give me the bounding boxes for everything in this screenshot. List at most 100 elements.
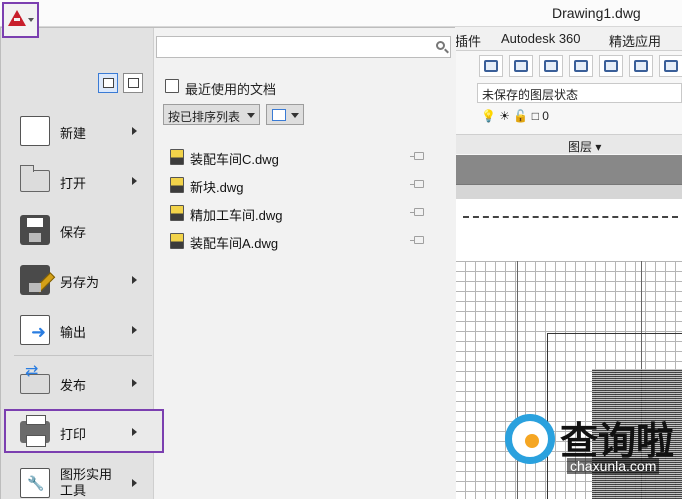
recent-docs-icon [103,78,114,88]
tab-autodesk-360[interactable]: Autodesk 360 [501,31,581,46]
chevron-right-icon [132,479,137,487]
menu-item-label: 打印 [60,427,87,442]
chevron-right-icon [132,177,137,185]
print-icon [20,415,50,447]
layer-icon [604,60,618,72]
recent-file[interactable]: 装配车间A.dwg [170,230,440,252]
recent-file[interactable]: 精加工车间.dwg [170,202,440,224]
layer-tool-button[interactable] [629,55,653,77]
document-title: Drawing1.dwg [552,5,641,21]
save-disk-icon [20,215,50,245]
chevron-right-icon [132,428,137,436]
menu-item-label: 发布 [60,378,87,393]
layer-icon [664,60,678,72]
menu-item-label: 保存 [60,225,87,240]
application-menu-button[interactable] [2,2,39,38]
layer-tool-button[interactable] [659,55,682,77]
layer-tool-button[interactable] [569,55,593,77]
tab-plugins[interactable]: 插件 [455,31,481,50]
layer-icon [634,60,648,72]
layer-icon [484,60,498,72]
title-bar: Drawing1.dwg [0,0,682,27]
recent-documents-icon [165,79,179,93]
menu-item-new[interactable]: 新建 [10,110,152,154]
menu-item-save-as[interactable]: 另存为 [10,259,152,303]
open-folder-icon [20,165,50,192]
dashed-line [463,216,678,218]
menu-item-label: 另存为 [60,275,100,290]
chevron-right-icon [132,326,137,334]
drawing-utilities-icon [20,468,50,498]
save-as-icon [20,265,50,295]
menu-item-drawing-utilities[interactable]: 图形实用工具 [10,462,152,499]
open-docs-icon [128,78,139,88]
sun-icon: ☀ [499,109,511,123]
recent-documents-title: 最近使用的文档 [185,82,277,97]
layer-panel-label[interactable]: 图层 ▾ [455,134,682,154]
ribbon-tabs: 插件 Autodesk 360 精选应用 [455,27,682,51]
tab-featured-apps[interactable]: 精选应用 [609,31,661,50]
menu-item-label: 新建 [60,126,87,141]
chevron-right-icon [132,127,137,135]
drawing-header [455,185,682,199]
export-icon [20,315,50,345]
layer-icon [514,60,528,72]
chevron-down-icon [291,113,299,118]
chevron-right-icon [132,276,137,284]
watermark: 查询啦 chaxunla.com [505,410,682,499]
chevron-right-icon [132,379,137,387]
search-icon[interactable] [436,41,445,50]
watermark-text: 查询啦 [560,419,675,463]
menu-item-open[interactable]: 打开 [10,160,152,204]
menu-item-label: 输出 [60,325,87,340]
chevron-down-icon [247,113,255,118]
current-layer-row[interactable]: 💡 ☀ 🔓 □ 0 [481,109,549,127]
pin-icon[interactable] [410,208,424,216]
recent-documents-view-button[interactable] [98,73,118,93]
panel-title: 图层 ▾ [568,140,602,154]
file-tab-bar [455,155,682,185]
pin-icon[interactable] [410,236,424,244]
dwg-file-icon [170,233,184,249]
menu-search-input[interactable] [156,36,451,58]
lock-icon: 🔓 [513,109,529,123]
layer-state-dropdown[interactable]: 未保存的图层状态 [477,83,682,103]
layer-tool-button[interactable] [479,55,503,77]
autocad-logo-icon [8,10,26,26]
layer-icon [574,60,588,72]
dwg-file-icon [170,177,184,193]
menu-item-label: 图形实用工具 [60,467,113,498]
recent-file-name: 精加工车间.dwg [190,208,283,223]
menu-separator [14,355,152,356]
dwg-file-icon [170,149,184,165]
display-mode-dropdown[interactable] [266,104,304,125]
view-mode-icon [272,109,286,121]
menu-item-export[interactable]: 输出 [10,309,152,353]
current-layer-name: 0 [542,109,549,123]
watermark-url: chaxunla.com [567,458,660,474]
menu-item-publish[interactable]: 发布 [10,361,152,406]
lightbulb-icon: 💡 [481,109,496,123]
layer-tool-button[interactable] [599,55,623,77]
recent-file[interactable]: 新块.dwg [170,174,440,196]
layer-color-icon: □ [531,109,539,123]
recent-file-name: 装配车间C.dwg [190,152,279,167]
layer-tool-button[interactable] [539,55,563,77]
recent-file[interactable]: 装配车间C.dwg [170,146,440,168]
menu-item-save[interactable]: 保存 [10,209,152,253]
layer-icon [544,60,558,72]
pin-icon[interactable] [410,180,424,188]
recent-file-name: 新块.dwg [190,180,244,195]
sort-order-dropdown[interactable]: 按已排序列表 [163,104,260,125]
menu-item-print[interactable]: 打印 [4,409,164,453]
layer-tool-button[interactable] [509,55,533,77]
recent-documents-column [154,28,456,499]
sort-order-value: 按已排序列表 [168,110,241,124]
new-document-icon [20,116,50,146]
menu-item-label: 打开 [60,176,87,191]
pin-icon[interactable] [410,152,424,160]
dwg-file-icon [170,205,184,221]
publish-icon [20,361,50,394]
open-documents-view-button[interactable] [123,73,143,93]
chevron-down-icon [28,18,34,22]
